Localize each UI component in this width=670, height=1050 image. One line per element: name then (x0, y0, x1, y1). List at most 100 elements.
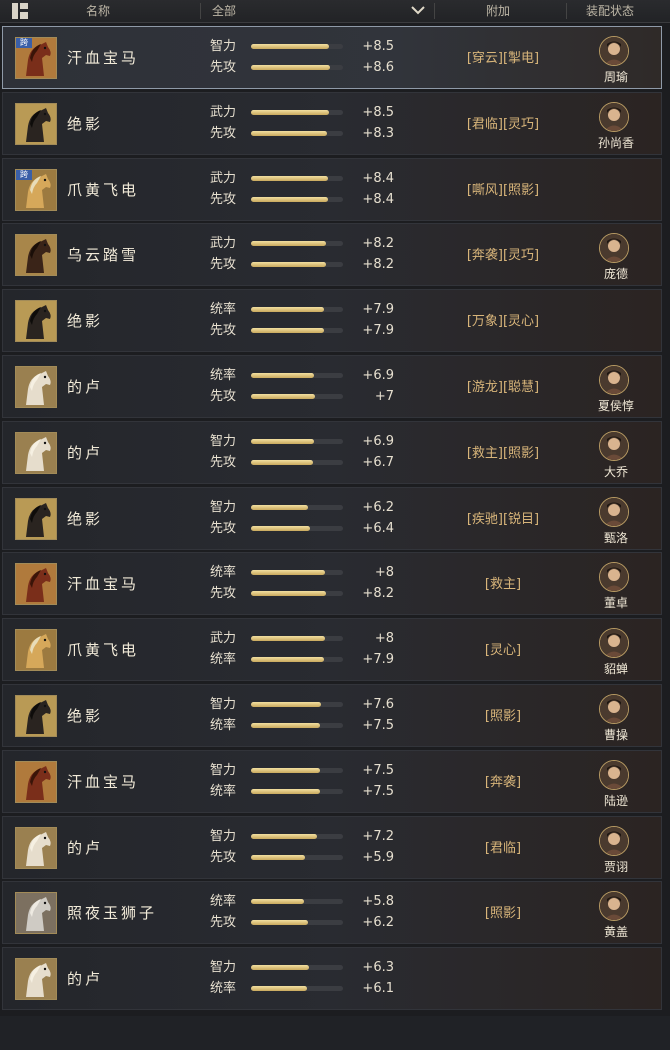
stat-bar-fill (251, 636, 325, 642)
stat-bar-track (251, 196, 343, 202)
stat-1: 武力 +8.5 (210, 104, 400, 122)
stat-value: +6.9 (362, 368, 394, 383)
equipped-hero[interactable]: 周瑜 (581, 27, 651, 90)
stat-bar-track (251, 262, 343, 268)
hero-name: 貂蝉 (603, 662, 628, 677)
stat-bar-track (251, 175, 343, 181)
stat-label: 统率 (210, 783, 237, 799)
stat-bar-track (251, 328, 343, 334)
stat-bar-track (251, 44, 343, 49)
stat-value: +8.2 (362, 586, 394, 602)
hero-name: 甄洛 (603, 530, 628, 545)
equipped-hero[interactable]: 大乔 (581, 422, 651, 485)
stat-1: 统率 +6.9 (210, 367, 400, 385)
equipped-hero[interactable]: 曹操 (581, 685, 651, 748)
stat-bar-fill (251, 591, 327, 597)
stat-bar-fill (251, 504, 309, 510)
equip-column-header: 装配状态 (586, 4, 635, 18)
stat-bar-fill (251, 788, 320, 794)
stat-bar-track (251, 570, 343, 576)
stat-bar-track (251, 241, 343, 247)
equipped-hero[interactable]: 贾诩 (581, 817, 651, 880)
equipped-hero[interactable]: 甄洛 (581, 488, 651, 551)
stat-1: 武力 +8.4 (210, 170, 400, 188)
horse-name: 爪黄飞电 (67, 641, 140, 660)
stat-label: 武力 (210, 170, 237, 186)
stat-1: 武力 +8 (210, 630, 400, 648)
horse-row[interactable]: 汗血宝马 智力 +7.5 统率 +7.5 [奔袭] 陆逊 (2, 749, 662, 814)
stat-label: 统率 (210, 652, 237, 668)
extra-attributes: [奔袭] (484, 774, 522, 790)
stat-2: 先攻 +6.4 (210, 520, 400, 538)
horse-row[interactable]: 汗血宝马 统率 +8 先攻 +8.2 [救主] 董卓 (2, 552, 662, 616)
stat-label: 先攻 (210, 586, 237, 602)
stat-label: 智力 (210, 499, 237, 515)
horse-name: 绝影 (67, 312, 104, 331)
equipped-hero[interactable]: 孙尚香 (581, 93, 651, 156)
filter-dropdown-label[interactable]: 全部 (212, 0, 236, 22)
extra-column-header: 附加 (486, 4, 511, 18)
stat-value: +8.6 (362, 60, 394, 75)
stat-value: +7.9 (362, 652, 394, 668)
stat-label: 先攻 (210, 125, 237, 141)
stat-bar-track (251, 373, 343, 378)
hero-avatar (599, 891, 629, 922)
name-column-header[interactable]: 名称 (86, 0, 110, 22)
menu-icon[interactable] (12, 3, 28, 19)
stat-label: 先攻 (210, 520, 237, 536)
stat-value: +8.4 (362, 170, 394, 186)
horse-row[interactable]: 爪黄飞电 武力 +8 统率 +7.9 [灵心] 貂蝉 (2, 618, 662, 682)
stat-1: 智力 +6.9 (210, 433, 400, 451)
stat-bar-track (251, 702, 343, 707)
horse-row[interactable]: 绝影 智力 +7.6 统率 +7.5 [照影] 曹操 (2, 684, 662, 747)
horse-row[interactable]: 的卢 智力 +7.2 先攻 +5.9 [君临] 贾诩 (2, 815, 662, 880)
hero-name: 贾诩 (603, 859, 628, 874)
equipped-hero[interactable]: 夏侯惇 (581, 356, 651, 419)
equipped-hero[interactable]: 陆逊 (581, 751, 651, 814)
stat-value: +8 (374, 565, 394, 581)
hero-avatar (599, 759, 629, 790)
horse-name: 乌云踏雪 (67, 246, 140, 265)
equipped-hero[interactable]: 董卓 (581, 553, 651, 616)
stat-2: 先攻 +8.2 (210, 256, 400, 274)
cross-server-badge: 跨 (16, 169, 32, 180)
stat-bar-fill (251, 241, 327, 247)
stat-bar-fill (251, 328, 324, 334)
horse-row[interactable]: 的卢 智力 +6.3 统率 +6.1 (2, 947, 662, 1011)
horse-row[interactable]: 绝影 统率 +7.9 先攻 +7.9 [万象][灵心] (2, 289, 662, 353)
horse-thumbnail (15, 892, 57, 935)
equipped-hero[interactable]: 庞德 (581, 224, 651, 287)
stat-bar-track (251, 307, 343, 313)
hero-name: 董卓 (603, 596, 628, 611)
stat-label: 统率 (210, 368, 237, 383)
stat-bar-fill (251, 109, 330, 115)
hero-avatar (599, 694, 629, 724)
horse-name: 的卢 (67, 970, 104, 989)
stat-2: 先攻 +8.4 (210, 191, 400, 209)
horse-row[interactable]: 的卢 智力 +6.9 先攻 +6.7 [救主][照影] 大乔 (2, 420, 662, 485)
horse-row[interactable]: 的卢 统率 +6.9 先攻 +7 [游龙][聪慧] 夏侯惇 (2, 355, 662, 418)
stat-label: 统率 (210, 718, 237, 733)
hero-avatar (599, 496, 629, 527)
horse-row[interactable]: 跨爪黄飞电 武力 +8.4 先攻 +8.4 [嘶风][照影] (2, 157, 662, 221)
stat-bar-track (251, 899, 343, 905)
hero-name: 夏侯惇 (597, 399, 634, 413)
horse-row[interactable]: 绝影 武力 +8.5 先攻 +8.3 [君临][灵巧] 孙尚香 (2, 91, 662, 156)
horse-row[interactable]: 绝影 智力 +6.2 先攻 +6.4 [疾驰][锐目] 甄洛 (2, 486, 662, 551)
horse-row[interactable]: 照夜玉狮子 统率 +5.8 先攻 +6.2 [照影] 黄盖 (2, 881, 662, 945)
stat-value: +6.7 (362, 454, 394, 470)
equipped-hero[interactable]: 黄盖 (581, 882, 651, 945)
horse-row[interactable]: 跨汗血宝马 智力 +8.5 先攻 +8.6 [穿云][掣电] 周瑜 (2, 26, 662, 89)
stat-bar-fill (251, 767, 320, 773)
stat-value: +7.5 (362, 762, 394, 778)
stat-bar-fill (251, 899, 305, 905)
stat-1: 智力 +7.6 (210, 696, 400, 714)
stat-1: 统率 +5.8 (210, 893, 400, 911)
extra-attributes: [万象][灵心] (466, 314, 540, 330)
horse-row[interactable]: 乌云踏雪 武力 +8.2 先攻 +8.2 [奔袭][灵巧] 庞德 (2, 223, 662, 287)
hero-name: 周瑜 (603, 70, 628, 84)
stat-bar-track (251, 504, 343, 510)
chevron-down-icon[interactable] (410, 4, 426, 16)
equipped-hero[interactable]: 貂蝉 (581, 619, 651, 682)
hero-name: 庞德 (603, 267, 628, 282)
